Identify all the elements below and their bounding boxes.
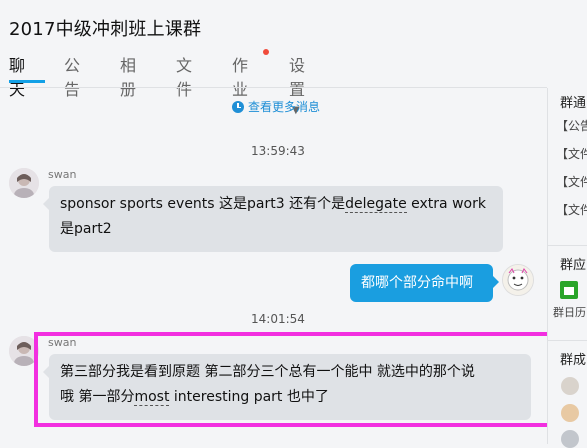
highlight-box [34, 332, 553, 427]
view-more-label: 查看更多消息 [248, 100, 321, 114]
self-message-bubble[interactable]: 都哪个部分命中啊 [350, 264, 499, 302]
chat-header: 2017中级冲刺班上课群 聊天 公告 相册 文件 作业 设置▼ [0, 0, 587, 116]
clock-icon [232, 100, 244, 113]
self-avatar[interactable] [502, 264, 534, 296]
file-item[interactable]: 【文件 [556, 173, 587, 190]
calendar-label[interactable]: 群日历 [553, 304, 586, 320]
sender-name: swan [48, 168, 77, 181]
notification-dot [263, 49, 269, 55]
avatar[interactable] [9, 168, 39, 198]
file-item[interactable]: 【文件 [556, 201, 587, 218]
group-notice-heading[interactable]: 群通 [560, 92, 586, 111]
notice-item[interactable]: 【公告 [556, 117, 587, 134]
group-members-heading: 群成 [560, 353, 587, 368]
file-item[interactable]: 【文件 [556, 145, 587, 162]
active-tab-underline [9, 80, 45, 83]
message-text: 都哪个部分命中啊 [361, 275, 473, 291]
calendar-icon[interactable] [560, 281, 578, 299]
member-avatar[interactable] [561, 377, 579, 395]
self-avatar-image [503, 265, 533, 295]
member-avatar[interactable] [561, 430, 579, 448]
right-sidebar: 群通 【公告 【文件 【文件 【文件 群应 群日历 群成 [547, 88, 587, 448]
message-bubble[interactable]: sponsor sports events 这是part3 还有个是delega… [43, 186, 503, 252]
message-text: extra work [406, 196, 486, 212]
sidebar-divider [548, 340, 587, 341]
sidebar-divider [548, 245, 587, 246]
message-list[interactable]: 查看更多消息 13:59:43 swan sponsor sports even… [0, 88, 553, 444]
view-more-messages-link[interactable]: 查看更多消息 [232, 98, 320, 115]
message-timestamp: 14:01:54 [251, 312, 305, 326]
message-text: 是part2 [60, 221, 112, 237]
member-avatar[interactable] [561, 404, 579, 422]
group-apps-heading: 群应 [560, 258, 587, 273]
message-timestamp: 13:59:43 [251, 144, 305, 158]
user-avatar-image [9, 168, 39, 198]
group-title: 2017中级冲刺班上课群 [9, 19, 202, 40]
message-text: sponsor sports events 这是part3 还有个是 [60, 196, 346, 212]
underlined-word[interactable]: delegate [345, 196, 407, 213]
